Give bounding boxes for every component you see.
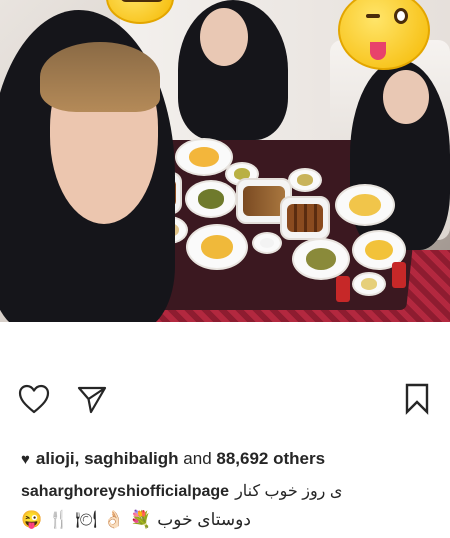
plate-greens (292, 238, 350, 280)
plate-small-bottom (352, 272, 386, 296)
liker-usernames[interactable]: alioji, saghibaligh (36, 449, 179, 469)
caption-username[interactable]: saharghoreyshiofficialpage (21, 483, 229, 500)
soda-can-1 (336, 276, 350, 302)
ok-hand-emoji-icon: 👌🏻 (102, 510, 125, 529)
plate-yogurt (252, 232, 282, 254)
fork-knife-emoji-icon: 🍴 (48, 510, 70, 529)
teeth (120, 0, 164, 2)
caption-text-line1: ی روز خوب کنار (235, 483, 343, 500)
paper-plane-icon[interactable] (75, 382, 109, 416)
heart-outline-icon[interactable] (17, 382, 51, 416)
emoji-tongue (370, 42, 386, 60)
caption-text-line2: دوستای خوب (157, 510, 251, 529)
likes-count[interactable]: 88,692 (216, 449, 268, 469)
heart-filled-icon: ♥ (21, 450, 30, 468)
plate-stew (185, 180, 237, 218)
post-image[interactable] (0, 0, 450, 322)
hair-front-left (40, 42, 160, 112)
post-action-bar (0, 372, 450, 428)
soda-can-2 (392, 262, 406, 288)
likes-and-word: and (183, 449, 212, 468)
plate-emoji-icon: 🍽 (75, 510, 97, 529)
bookmark-icon[interactable] (400, 382, 434, 416)
face-back-center (200, 8, 248, 66)
kebab-dish-right (280, 196, 330, 240)
caption-line2: 😜 🍴 🍽 👌🏻 💐 دوستای خوب (21, 508, 321, 532)
plate-rice (175, 138, 233, 176)
bouquet-emoji-icon: 💐 (130, 510, 152, 529)
likes-others-word[interactable]: others (273, 449, 325, 469)
plate-soup-2 (288, 168, 322, 192)
winking-face-emoji-icon: 😜 (21, 510, 43, 529)
emoji-eye (366, 14, 380, 18)
plate-rice-2 (335, 184, 395, 226)
emoji-eye (394, 8, 408, 24)
post-caption: saharghoreyshiofficialpage ی روز خوب کنار… (21, 480, 431, 529)
likes-summary[interactable]: ♥ alioji, saghibaligh and 88,692 others (21, 447, 325, 471)
face-right (383, 70, 429, 124)
plate-rice-3 (186, 224, 248, 270)
